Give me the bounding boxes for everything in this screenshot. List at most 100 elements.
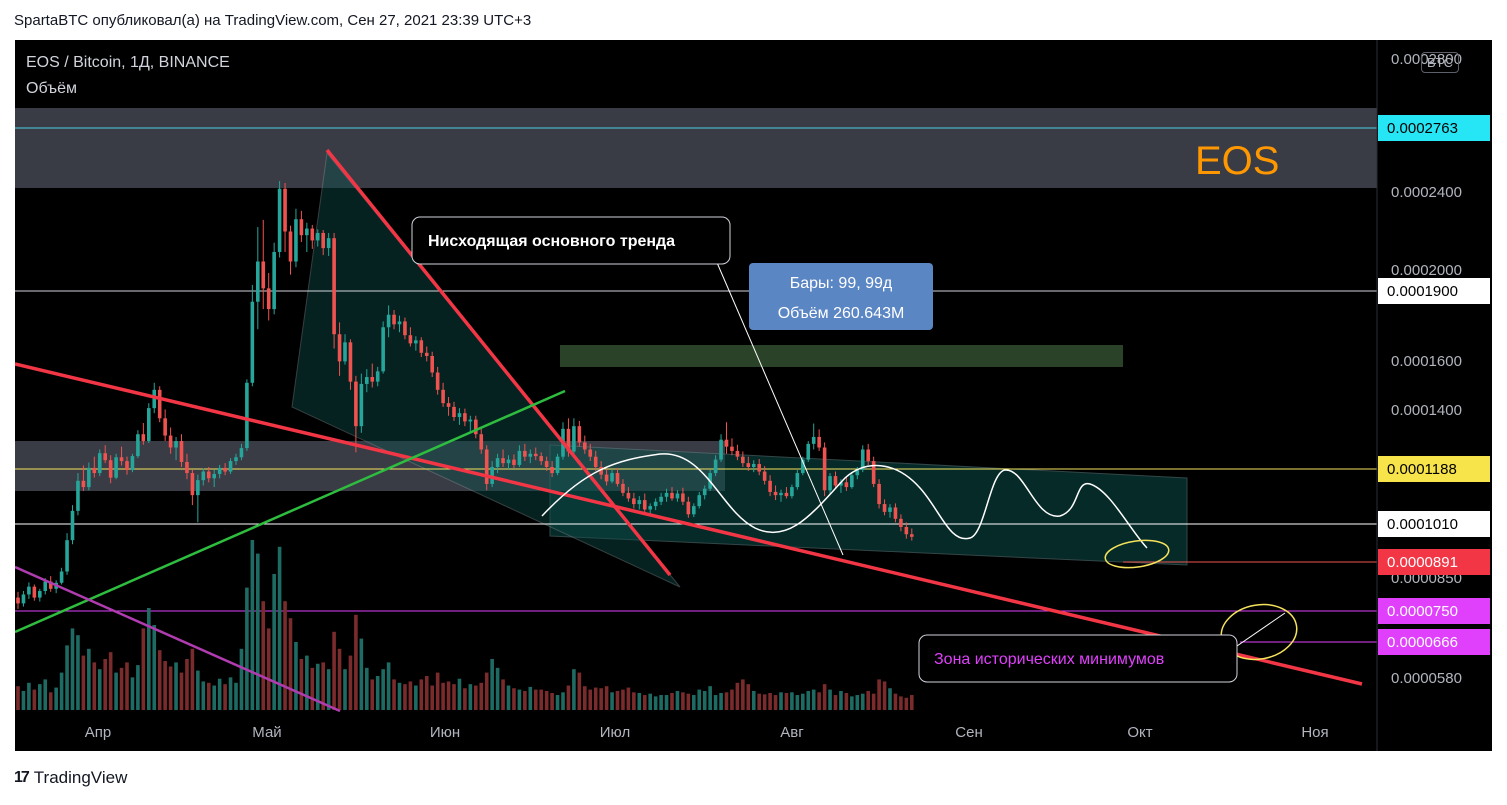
volume-bar	[604, 686, 609, 710]
candle-body	[751, 464, 756, 468]
candle-body	[817, 436, 821, 448]
candle-body	[375, 371, 380, 382]
volume-bar	[637, 693, 642, 710]
price-chart[interactable]: EOS Нисходящая основного тренда Бары: 99, …	[15, 40, 1492, 751]
volume-indicator-title[interactable]: Объём	[26, 80, 77, 98]
volume-bar	[790, 692, 794, 710]
candle-body	[692, 506, 696, 515]
volume-bar	[877, 679, 881, 710]
candle-body	[206, 471, 211, 479]
candle-body	[272, 251, 276, 310]
volume-bar	[572, 669, 576, 710]
volume-bar	[141, 628, 146, 710]
volume-bar	[768, 693, 772, 710]
publication-header: SpartaBTC опубликовал(а) на TradingView.…	[14, 12, 532, 29]
candle-body	[452, 406, 456, 418]
volume-bar	[212, 685, 216, 710]
candle-body	[741, 456, 745, 464]
footer: 17 TradingView	[14, 768, 127, 788]
volume-bar	[87, 648, 91, 710]
candle-body	[506, 459, 511, 464]
candle-body	[882, 504, 887, 512]
candle-body	[457, 413, 462, 418]
candle-body	[65, 540, 69, 572]
volume-bar	[179, 672, 184, 710]
volume-bar	[850, 696, 854, 710]
volume-bar	[822, 684, 827, 710]
candle-body	[664, 492, 669, 497]
volume-bar	[659, 695, 663, 710]
volume-bar	[283, 601, 287, 710]
candle-body	[888, 507, 892, 512]
volume-bar	[326, 669, 331, 710]
candle-body	[746, 463, 751, 468]
candle-body	[305, 228, 309, 236]
volume-bar	[626, 687, 631, 710]
volume-bar	[32, 689, 37, 710]
candle-body	[670, 492, 674, 499]
candle-body	[59, 571, 64, 583]
volume-bar	[103, 659, 107, 710]
volume-bar	[343, 669, 347, 710]
candle-body	[130, 456, 135, 471]
tradingview-logo-icon: 17	[14, 769, 30, 786]
candle-body	[408, 335, 413, 344]
volume-bar	[16, 686, 20, 710]
candle-body	[632, 498, 636, 505]
volume-bar	[435, 672, 440, 710]
volume-bar	[599, 688, 603, 710]
volume-bar	[555, 695, 560, 710]
volume-bar	[446, 681, 451, 710]
candle-body	[283, 188, 287, 232]
volume-bar	[588, 689, 593, 710]
candle-body	[615, 473, 620, 484]
horizontal-lines-layer	[15, 127, 1377, 643]
candle-body	[544, 461, 549, 468]
candle-body	[365, 377, 369, 384]
volume-bar	[866, 690, 870, 710]
candle-body	[245, 382, 249, 449]
volume-bar	[871, 693, 876, 710]
volume-bar	[152, 625, 157, 710]
symbol-title: EOS / Bitcoin, 1Д, BINANCE	[26, 54, 230, 71]
candle-body	[866, 449, 870, 462]
candle-body	[310, 228, 315, 241]
volume-bar	[730, 689, 734, 710]
candle-body	[321, 232, 325, 249]
volume-bar	[910, 695, 914, 710]
chart-frame[interactable]: EOS Нисходящая основного тренда Бары: 99, …	[15, 40, 1492, 751]
volume-bar	[201, 681, 206, 710]
volume-bar	[27, 682, 31, 710]
candle-body	[501, 458, 505, 464]
volume-bar	[708, 686, 712, 710]
currency-badge[interactable]: BTC	[1421, 52, 1459, 73]
volume-bar	[310, 667, 315, 710]
volume-bar	[506, 685, 511, 710]
volume-bar	[370, 679, 375, 710]
volume-bar	[54, 687, 58, 710]
volume-bar	[610, 692, 614, 710]
time-axis-tick: Окт	[1127, 724, 1152, 741]
volume-bar	[523, 690, 527, 710]
volume-bar	[468, 684, 473, 710]
volume-bar	[403, 684, 407, 710]
drawings-layer: EOS Нисходящая основного тренда Бары: 99, …	[15, 139, 1363, 713]
candle-body	[850, 475, 854, 488]
candle-body	[256, 261, 260, 302]
volume-bar	[583, 686, 587, 710]
volume-bar	[844, 693, 849, 710]
volume-bar	[430, 685, 434, 710]
candle-body	[326, 238, 331, 249]
volume-bar	[817, 692, 821, 710]
eos-label: EOS	[1195, 139, 1279, 183]
volume-bar	[48, 692, 53, 710]
candle-body	[136, 434, 140, 457]
volume-bar	[692, 695, 696, 710]
candle-body	[27, 586, 31, 595]
candle-body	[572, 426, 576, 452]
volume-bar	[174, 662, 178, 710]
time-axis-tick: Июн	[430, 724, 460, 741]
volume-bar	[888, 688, 892, 710]
candle-body	[539, 456, 543, 462]
volume-bar	[125, 662, 129, 710]
